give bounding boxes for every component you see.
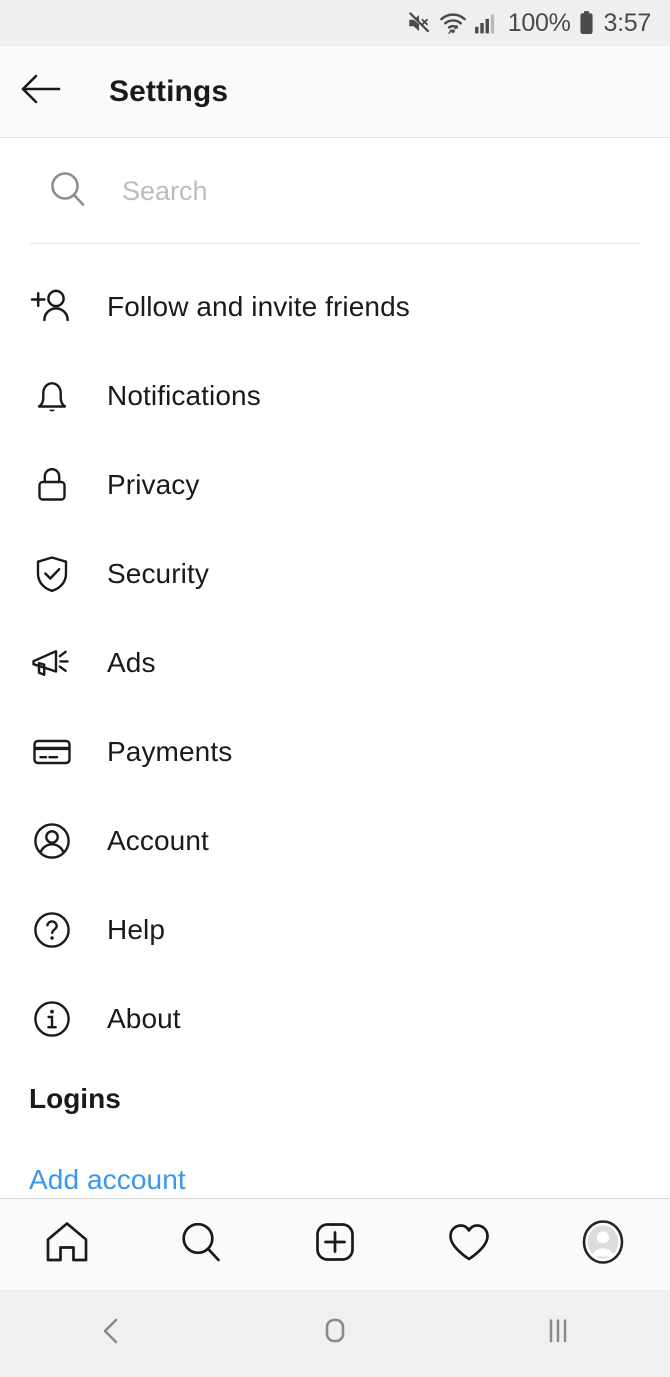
battery-percent-label: 100% bbox=[507, 8, 571, 37]
settings-content: Follow and invite friends Notifications bbox=[0, 139, 670, 1198]
search-icon bbox=[175, 1216, 227, 1273]
search-input[interactable] bbox=[122, 175, 622, 207]
settings-list: Follow and invite friends Notifications bbox=[0, 244, 670, 1198]
status-bar: 100% 3:57 bbox=[0, 0, 670, 46]
tab-search[interactable] bbox=[134, 1199, 268, 1291]
settings-item-follow-and-invite-friends[interactable]: Follow and invite friends bbox=[0, 262, 670, 351]
add-account-label: Add account bbox=[29, 1163, 186, 1195]
lock-icon bbox=[29, 462, 75, 508]
rounded-square-icon bbox=[318, 1314, 352, 1353]
question-circle-icon bbox=[29, 907, 75, 953]
app-header: Settings bbox=[0, 46, 670, 138]
profile-avatar-icon bbox=[577, 1216, 629, 1273]
settings-item-about[interactable]: About bbox=[0, 974, 670, 1063]
phone-screen: 100% 3:57 Settings Search Follow and inv… bbox=[0, 0, 670, 1377]
android-system-nav bbox=[0, 1290, 670, 1377]
settings-item-payments[interactable]: Payments bbox=[0, 707, 670, 796]
add-person-icon bbox=[29, 284, 75, 330]
clock-label: 3:57 bbox=[603, 8, 652, 37]
battery-full-icon bbox=[578, 10, 595, 36]
system-back-button[interactable] bbox=[0, 1290, 223, 1377]
settings-item-label: Help bbox=[107, 913, 165, 945]
heart-icon bbox=[443, 1216, 495, 1273]
tab-home[interactable] bbox=[0, 1199, 134, 1291]
tab-activity[interactable] bbox=[402, 1199, 536, 1291]
chevron-left-icon bbox=[95, 1314, 129, 1353]
settings-item-label: Security bbox=[107, 557, 209, 589]
settings-item-label: About bbox=[107, 1002, 181, 1034]
settings-item-security[interactable]: Security bbox=[0, 529, 670, 618]
logins-section-heading: Logins bbox=[29, 1083, 121, 1114]
tab-profile[interactable] bbox=[536, 1199, 670, 1291]
megaphone-icon bbox=[29, 640, 75, 686]
cellular-signal-icon bbox=[474, 11, 498, 35]
system-recents-button[interactable] bbox=[447, 1290, 670, 1377]
settings-item-help[interactable]: Help bbox=[0, 885, 670, 974]
back-arrow-icon bbox=[18, 71, 64, 112]
bottom-tab-bar bbox=[0, 1198, 670, 1290]
search-icon bbox=[46, 167, 90, 216]
settings-item-label: Payments bbox=[107, 735, 233, 767]
settings-item-notifications[interactable]: Notifications bbox=[0, 351, 670, 440]
settings-item-ads[interactable]: Ads bbox=[0, 618, 670, 707]
settings-item-label: Account bbox=[107, 824, 209, 856]
settings-item-label: Privacy bbox=[107, 468, 200, 500]
info-circle-icon bbox=[29, 996, 75, 1042]
status-bar-icons: 100% 3:57 bbox=[406, 10, 651, 36]
tab-create[interactable] bbox=[268, 1199, 402, 1291]
back-button[interactable] bbox=[3, 71, 79, 112]
bell-icon bbox=[29, 373, 75, 419]
credit-card-icon bbox=[29, 729, 75, 775]
system-home-button[interactable] bbox=[223, 1290, 446, 1377]
plus-square-icon bbox=[309, 1216, 361, 1273]
three-bars-icon bbox=[541, 1314, 575, 1353]
settings-item-label: Notifications bbox=[107, 379, 261, 411]
search-bar[interactable] bbox=[0, 139, 670, 243]
home-icon bbox=[41, 1216, 93, 1273]
page-title: Settings bbox=[109, 74, 229, 108]
settings-item-label: Follow and invite friends bbox=[107, 290, 410, 322]
add-account-button[interactable]: Add account bbox=[0, 1135, 670, 1198]
settings-item-label: Ads bbox=[107, 646, 156, 678]
wifi-icon bbox=[439, 10, 467, 36]
mute-icon bbox=[406, 10, 432, 36]
shield-check-icon bbox=[29, 551, 75, 597]
account-circle-icon bbox=[29, 818, 75, 864]
settings-item-privacy[interactable]: Privacy bbox=[0, 440, 670, 529]
settings-item-account[interactable]: Account bbox=[0, 796, 670, 885]
